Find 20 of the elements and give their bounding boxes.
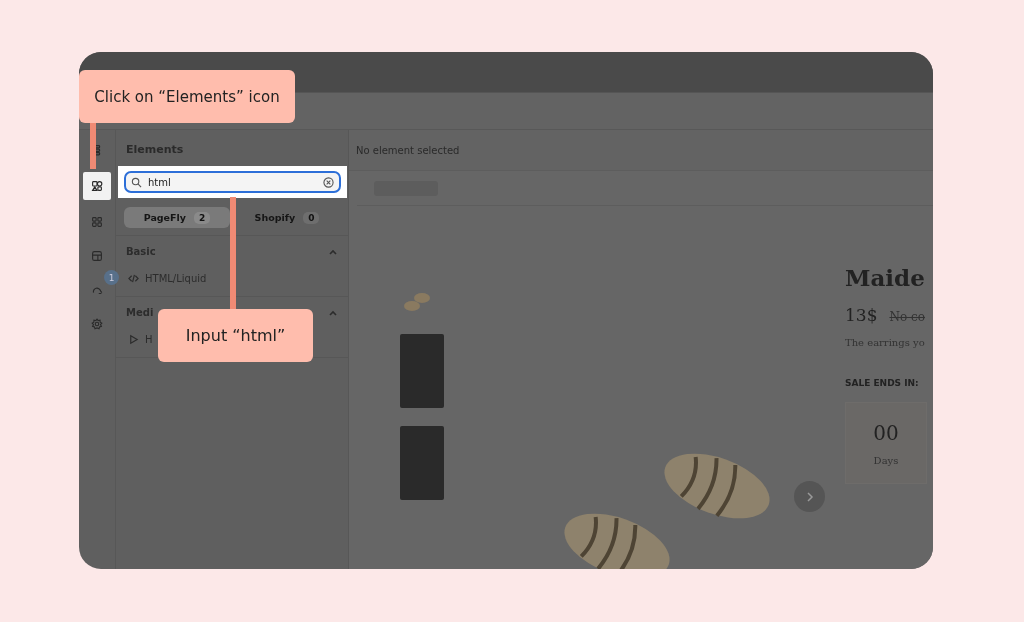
shapes-icon	[90, 179, 104, 193]
settings-icon	[90, 317, 104, 331]
next-button[interactable]	[794, 481, 825, 512]
callout-label: Input “html”	[158, 309, 313, 362]
countdown-value: 00	[873, 420, 899, 445]
sidebar-tool-button[interactable]	[83, 172, 111, 200]
sale-label: SALE ENDS IN:	[845, 378, 920, 388]
product-title: Maide	[845, 264, 926, 291]
source-tab[interactable]: PageFly 2	[124, 207, 230, 228]
play-icon	[128, 334, 139, 345]
notification-badge: 1	[104, 270, 119, 285]
code-icon	[128, 273, 139, 284]
grid-icon	[90, 215, 104, 229]
search-icon	[131, 176, 142, 188]
chevron-right-icon	[804, 491, 815, 502]
clear-icon[interactable]	[323, 176, 334, 188]
layout-icon	[90, 249, 104, 263]
callout-label: Click on “Elements” icon	[79, 70, 295, 123]
search-field[interactable]: html	[124, 171, 341, 193]
product-price: 13$	[845, 305, 878, 325]
